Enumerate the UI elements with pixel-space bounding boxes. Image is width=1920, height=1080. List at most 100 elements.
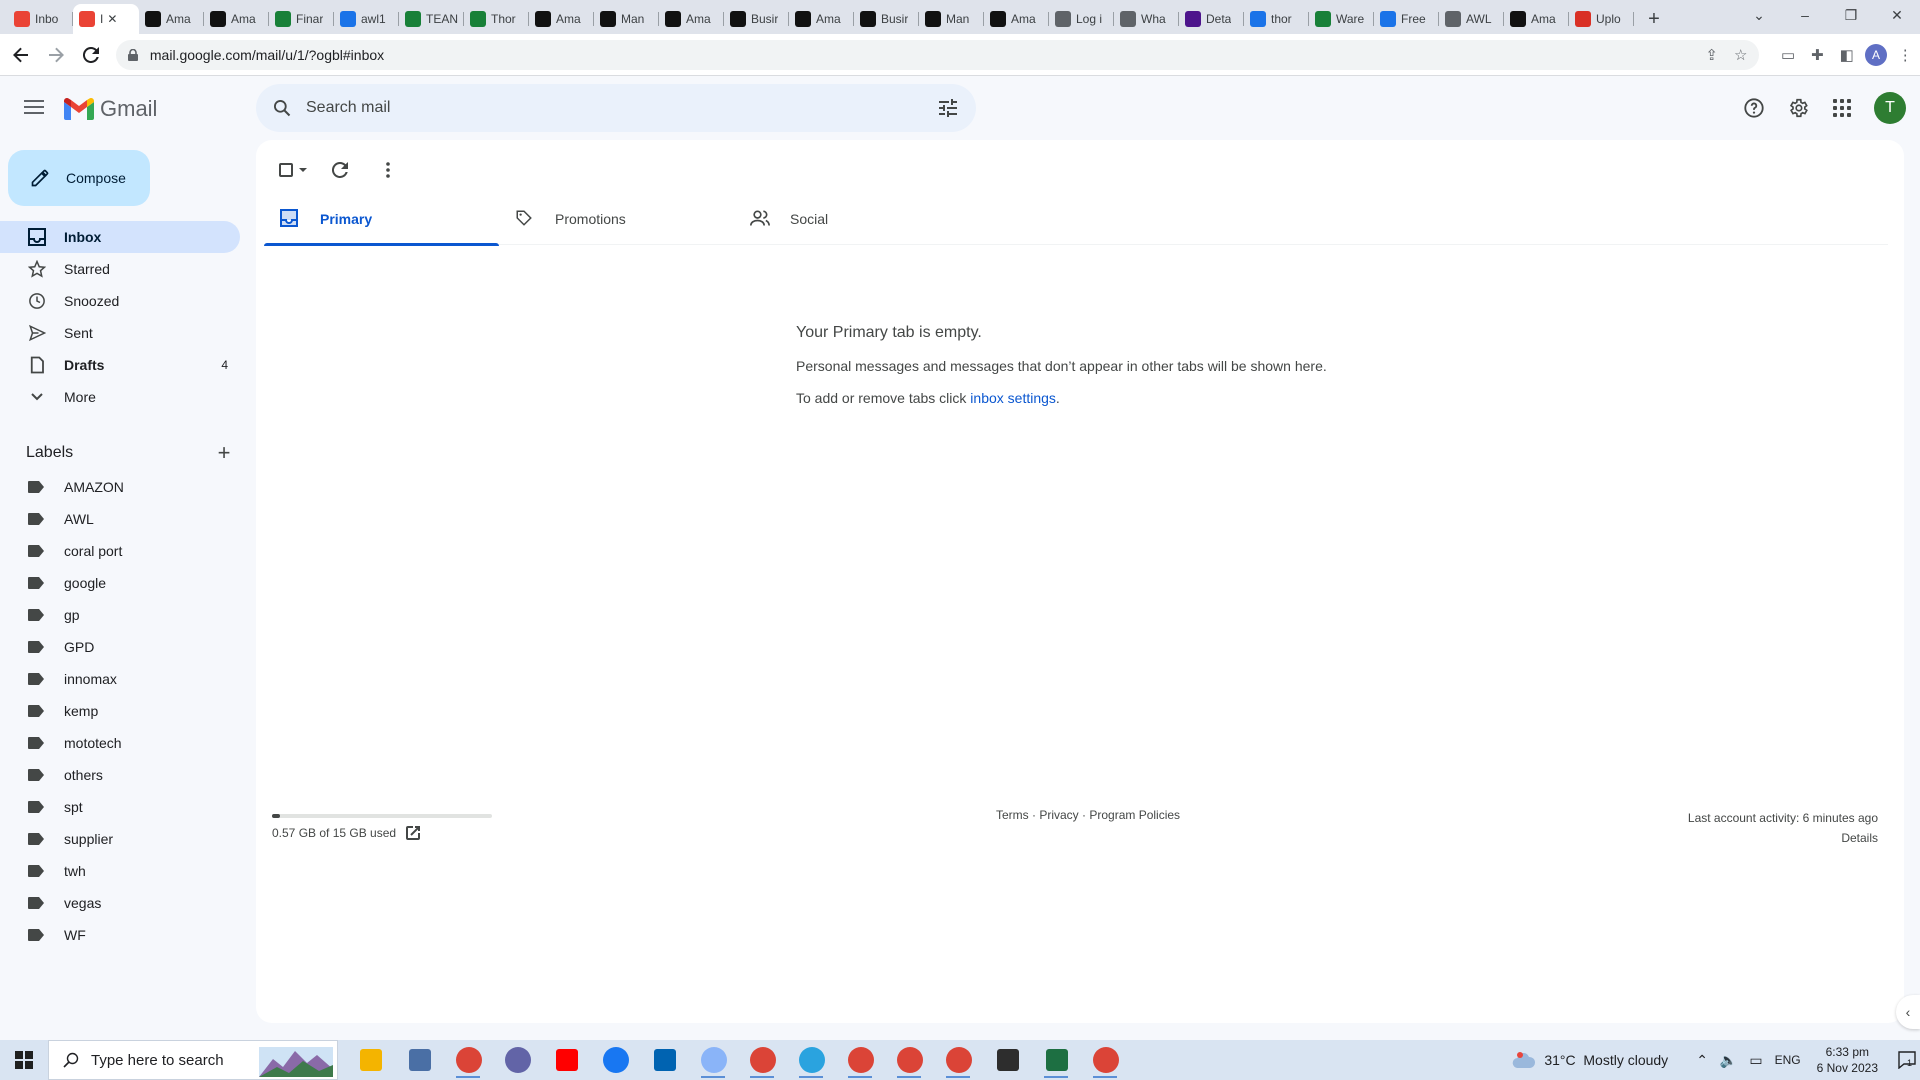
extension-off-icon[interactable]: ▭ [1773,40,1802,70]
chevron-up-icon[interactable]: ⌃ [1696,1052,1708,1069]
browser-tab[interactable]: Uplo [1569,4,1634,34]
tab-search-icon[interactable]: ⌄ [1736,0,1782,30]
create-label-button[interactable]: + [212,440,236,466]
browser-tab[interactable]: Log i [1049,4,1114,34]
details-link[interactable]: Details [1688,828,1878,848]
browser-tab[interactable]: TEAN [399,4,464,34]
label-item[interactable]: twh [0,855,240,887]
terms-link[interactable]: Terms [996,808,1029,822]
start-button[interactable] [0,1040,48,1080]
tab-primary[interactable]: Primary [264,192,499,246]
gmail-logo[interactable]: Gmail [64,96,157,122]
taskbar-app[interactable] [591,1040,640,1080]
back-button[interactable] [6,40,35,70]
volume-icon[interactable]: 🔈 [1720,1052,1737,1069]
sidebar-item-starred[interactable]: Starred [0,253,240,285]
search-options-icon[interactable] [936,96,960,120]
support-icon[interactable] [1734,88,1774,128]
browser-tab[interactable]: Ama [984,4,1049,34]
label-item[interactable]: WF [0,919,240,951]
select-caret-icon[interactable] [299,168,307,172]
taskbar-app[interactable] [885,1040,934,1080]
side-panel-icon[interactable]: ◧ [1832,40,1861,70]
bookmark-star-icon[interactable]: ☆ [1734,46,1747,64]
forward-button[interactable] [41,40,70,70]
label-item[interactable]: google [0,567,240,599]
browser-tab[interactable]: Deta [1179,4,1244,34]
more-options-button[interactable] [368,150,408,190]
extensions-puzzle-icon[interactable]: ✚ [1803,40,1832,70]
browser-tab[interactable]: thor [1244,4,1309,34]
search-bar[interactable] [256,84,976,132]
browser-profile-button[interactable]: A [1861,40,1890,70]
label-item[interactable]: mototech [0,727,240,759]
browser-tab[interactable]: I ✕ [73,4,139,34]
share-icon[interactable]: ⇪ [1705,46,1718,64]
network-icon[interactable]: ▭ [1749,1052,1762,1069]
taskbar-app[interactable] [346,1040,395,1080]
side-panel-toggle[interactable]: ‹ [1896,995,1920,1029]
minimize-button[interactable]: – [1782,0,1828,30]
account-avatar[interactable]: T [1874,92,1906,124]
settings-gear-icon[interactable] [1778,88,1818,128]
taskbar-app[interactable] [689,1040,738,1080]
taskbar-search[interactable]: Type here to search [48,1040,338,1080]
notification-center-button[interactable]: 1 [1890,1040,1920,1080]
browser-tab[interactable]: Ama [1504,4,1569,34]
label-item[interactable]: kemp [0,695,240,727]
browser-tab[interactable]: Busir [854,4,919,34]
browser-tab[interactable]: Busir [724,4,789,34]
taskbar-app[interactable] [493,1040,542,1080]
browser-tab[interactable]: Thor [464,4,529,34]
sidebar-item-drafts[interactable]: Drafts 4 [0,349,240,381]
browser-tab[interactable]: Wha [1114,4,1179,34]
maximize-button[interactable]: ❐ [1828,0,1874,30]
taskbar-app[interactable] [836,1040,885,1080]
browser-tab[interactable]: Finar [269,4,334,34]
privacy-link[interactable]: Privacy [1039,808,1078,822]
sidebar-item-inbox[interactable]: Inbox [0,221,240,253]
browser-tab[interactable]: Ware [1309,4,1374,34]
label-item[interactable]: coral port [0,535,240,567]
language-indicator[interactable]: ENG [1775,1053,1801,1067]
browser-tab[interactable]: AWL [1439,4,1504,34]
taskbar-app[interactable] [787,1040,836,1080]
tab-promotions[interactable]: Promotions [499,192,734,245]
browser-tab[interactable]: Inbo [8,4,73,34]
label-item[interactable]: gp [0,599,240,631]
open-in-new-icon[interactable] [406,826,421,840]
weather-widget[interactable]: 31°C Mostly cloudy [1512,1052,1668,1068]
label-item[interactable]: innomax [0,663,240,695]
browser-tab[interactable]: Ama [789,4,854,34]
refresh-button[interactable] [320,150,360,190]
browser-tab[interactable]: Ama [204,4,269,34]
taskbar-app[interactable] [1081,1040,1130,1080]
sidebar-item-more[interactable]: More [0,381,240,413]
taskbar-app[interactable] [934,1040,983,1080]
clock[interactable]: 6:33 pm 6 Nov 2023 [1817,1044,1878,1076]
label-item[interactable]: supplier [0,823,240,855]
taskbar-app[interactable] [444,1040,493,1080]
browser-tab[interactable]: Man [594,4,659,34]
browser-tab[interactable]: Ama [139,4,204,34]
browser-tab[interactable]: Free [1374,4,1439,34]
search-icon[interactable] [272,98,292,118]
close-tab-icon[interactable]: ✕ [107,12,117,26]
close-window-button[interactable]: ✕ [1874,0,1920,30]
label-item[interactable]: GPD [0,631,240,663]
browser-tab[interactable]: awl1 [334,4,399,34]
browser-tab[interactable]: Ama [529,4,594,34]
reload-button[interactable] [77,40,106,70]
taskbar-app[interactable] [640,1040,689,1080]
taskbar-app[interactable] [738,1040,787,1080]
inbox-settings-link[interactable]: inbox settings [970,390,1056,406]
lock-icon[interactable] [127,48,140,61]
google-apps-icon[interactable] [1822,88,1862,128]
tab-social[interactable]: Social [734,192,969,245]
label-item[interactable]: others [0,759,240,791]
new-tab-button[interactable]: + [1640,4,1668,34]
program-policies-link[interactable]: Program Policies [1089,808,1180,822]
label-item[interactable]: AWL [0,503,240,535]
label-item[interactable]: AMAZON [0,471,240,503]
taskbar-app[interactable] [542,1040,591,1080]
